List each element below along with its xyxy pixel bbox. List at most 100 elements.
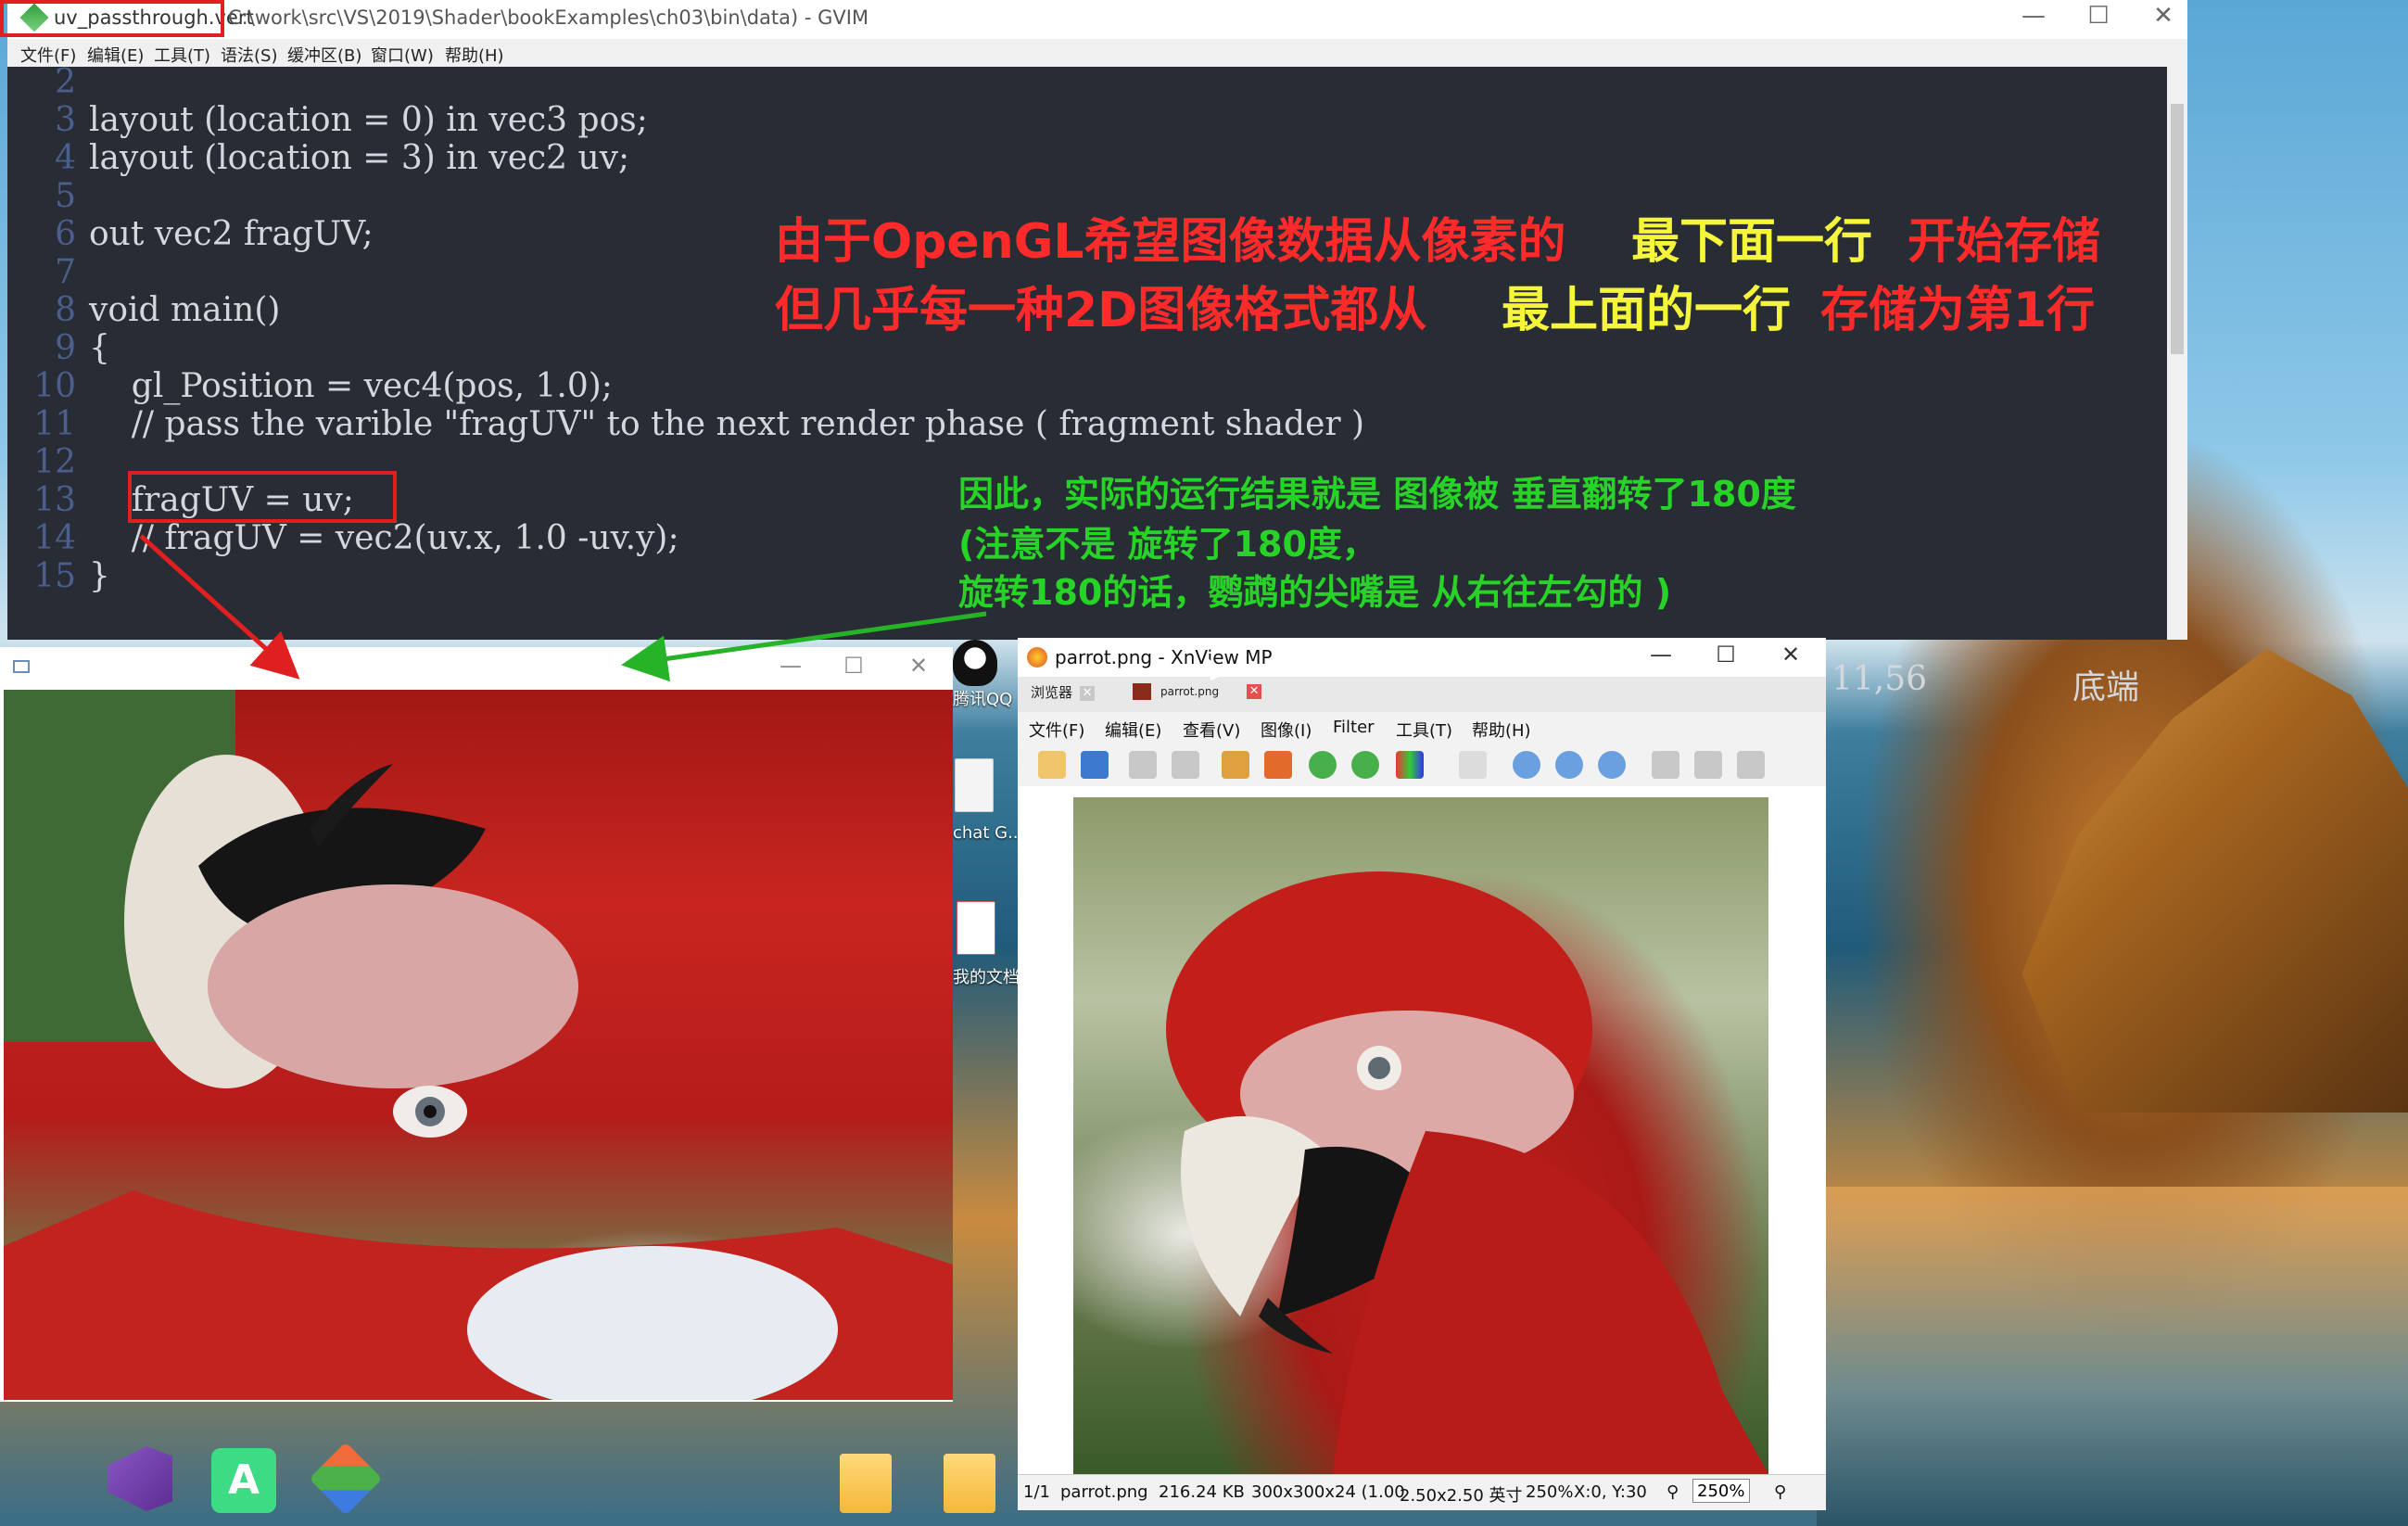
folder-icon[interactable]	[944, 1454, 995, 1513]
xnview-menubar: 文件(F) 编辑(E) 查看(V) 图像(I) Filter 工具(T) 帮助(…	[1018, 712, 1826, 742]
status-filesize: 216.24 KB	[1159, 1482, 1245, 1502]
chat-file-icon[interactable]	[955, 758, 994, 812]
annotation-red-1b: 开始存储	[1907, 214, 2101, 270]
flipped-parrot-illustration	[4, 690, 953, 1400]
opengl-titlebar[interactable]: — ☐ ✕	[0, 647, 953, 690]
previous-icon[interactable]	[1652, 751, 1679, 779]
zoom-magnifier-icon[interactable]: ⚲	[1667, 1482, 1679, 1502]
close-button[interactable]: ✕	[1765, 642, 1817, 668]
menu-window[interactable]: 窗口(W)	[371, 43, 434, 67]
line-number: 5	[55, 177, 76, 215]
zoom-in-icon[interactable]	[1513, 751, 1540, 779]
code-line: out vec2 fragUV;	[89, 215, 374, 253]
menu-edit[interactable]: 编辑(E)	[1105, 718, 1161, 742]
histogram-icon[interactable]	[1459, 751, 1487, 779]
line-number: 3	[55, 101, 76, 139]
menu-tools[interactable]: 工具(T)	[1396, 718, 1452, 742]
maximize-button[interactable]: ☐	[2071, 2, 2126, 30]
xnview-title: parrot.png - XnView MP	[1055, 646, 1273, 668]
zoom-fit-icon[interactable]	[1555, 751, 1583, 779]
close-tab-icon[interactable]: ✕	[1080, 685, 1096, 701]
folder-icon[interactable]	[840, 1454, 892, 1513]
xnview-window: parrot.png - XnView MP — ☐ ✕ 浏览器 ✕ parrot…	[1018, 638, 1826, 1510]
image-viewer-area[interactable]	[1018, 786, 1826, 1474]
menu-syntax[interactable]: 语法(S)	[221, 43, 277, 67]
menu-tools[interactable]: 工具(T)	[154, 43, 210, 67]
android-studio-icon[interactable]: A	[211, 1448, 276, 1513]
menu-filter[interactable]: Filter	[1333, 718, 1375, 737]
annotation-red-2a: 但几乎每一种2D图像格式都从	[775, 283, 1427, 338]
chat-file-label[interactable]: chat G...	[953, 823, 1023, 843]
code-line: gl_Position = vec4(pos, 1.0);	[89, 367, 613, 405]
scrollbar-thumb[interactable]	[2171, 104, 2184, 354]
zoom-select[interactable]: 250%	[1692, 1479, 1750, 1503]
minimize-button[interactable]: —	[1635, 642, 1687, 668]
close-tab-icon[interactable]: ✕	[1247, 683, 1262, 699]
open-folder-icon[interactable]	[1038, 751, 1066, 779]
xnview-titlebar[interactable]: parrot.png - XnView MP — ☐ ✕	[1018, 638, 1826, 677]
title-highlight-box	[0, 0, 224, 37]
line-number: 14	[33, 519, 76, 557]
close-button[interactable]: ✕	[2136, 2, 2191, 30]
minimize-button[interactable]: —	[2006, 2, 2061, 30]
code-line: }	[89, 557, 110, 595]
status-zoom: 250%	[1526, 1482, 1574, 1502]
tab-browser[interactable]: 浏览器 ✕	[1031, 682, 1096, 708]
undo-icon[interactable]	[1129, 751, 1157, 779]
status-dimensions: 300x300x24 (1.00	[1251, 1482, 1405, 1502]
gvim-titlebar[interactable]: uv_passthrough.vert C:\work\src\VS\2019\…	[7, 0, 2187, 39]
line-number: 8	[55, 291, 76, 329]
code-line: // fragUV = vec2(uv.x, 1.0 -uv.y);	[89, 519, 679, 557]
line-number: 10	[33, 367, 76, 405]
code-line: void main()	[89, 291, 281, 329]
line-number: 12	[33, 443, 76, 481]
tab-parrot-label: parrot.png	[1160, 685, 1220, 698]
minimize-button[interactable]: —	[767, 653, 814, 679]
rotate-left-icon[interactable]	[1309, 751, 1337, 779]
window-app-icon	[13, 660, 30, 673]
qq-desktop-icon[interactable]	[953, 640, 997, 686]
menu-view[interactable]: 查看(V)	[1183, 718, 1240, 742]
close-button[interactable]: ✕	[895, 653, 942, 679]
next-icon[interactable]	[1694, 751, 1722, 779]
menu-buffers[interactable]: 缓冲区(B)	[287, 43, 361, 67]
status-inches: 2.50x2.50 英寸	[1400, 1486, 1523, 1506]
zoom-out-icon[interactable]	[1598, 751, 1626, 779]
maximize-button[interactable]: ☐	[1700, 642, 1752, 668]
annotation-green-1: 因此，实际的运行结果就是 图像被 垂直翻转了180度	[958, 474, 1796, 515]
resize-icon[interactable]	[1264, 751, 1292, 779]
docs-desktop-label[interactable]: 我的文档	[953, 964, 1020, 988]
annotation-yellow-1: 最下面一行	[1631, 214, 1873, 270]
gvim-menubar: 文件(F) 编辑(E) 工具(T) 语法(S) 缓冲区(B) 窗口(W) 帮助(…	[7, 39, 2187, 67]
line-number: 9	[55, 329, 76, 367]
annotation-red-2b: 存储为第1行	[1820, 283, 2096, 338]
annotation-green-2: (注意不是 旋转了180度，	[958, 524, 1377, 565]
rotate-right-icon[interactable]	[1351, 751, 1379, 779]
annotation-yellow-2: 最上面的一行	[1502, 283, 1792, 338]
gvim-title-path: C:\work\src\VS\2019\Shader\bookExamples\…	[228, 6, 869, 29]
redo-icon[interactable]	[1172, 751, 1199, 779]
menu-help[interactable]: 帮助(H)	[1472, 718, 1531, 742]
code-line: layout (location = 0) in vec3 pos;	[89, 101, 648, 139]
flipped-parrot-render	[4, 690, 953, 1400]
tab-parrot[interactable]: parrot.png ✕	[1133, 682, 1262, 708]
status-coords: X:0, Y:30	[1574, 1482, 1647, 1502]
pdf-document-icon[interactable]	[957, 901, 995, 955]
fraguv-highlight-box	[128, 471, 397, 523]
xnview-toolbar	[1018, 742, 1826, 786]
vertical-scrollbar[interactable]	[2167, 67, 2187, 601]
menu-help[interactable]: 帮助(H)	[445, 43, 504, 67]
qq-desktop-label[interactable]: 腾讯QQ	[953, 686, 1012, 710]
menu-image[interactable]: 图像(I)	[1261, 718, 1312, 742]
maximize-button[interactable]: ☐	[830, 653, 877, 679]
menu-edit[interactable]: 编辑(E)	[87, 43, 144, 67]
line-number: 7	[55, 253, 76, 291]
menu-file[interactable]: 文件(F)	[1029, 718, 1084, 742]
color-adjust-icon[interactable]	[1396, 751, 1424, 779]
crop-icon[interactable]	[1222, 751, 1249, 779]
status-filename: parrot.png	[1060, 1482, 1148, 1502]
fullscreen-icon[interactable]	[1737, 751, 1765, 779]
zoom-out-small-icon[interactable]: ⚲	[1774, 1482, 1786, 1502]
save-icon[interactable]	[1081, 751, 1109, 779]
image-thumbnail-icon	[1133, 682, 1151, 700]
